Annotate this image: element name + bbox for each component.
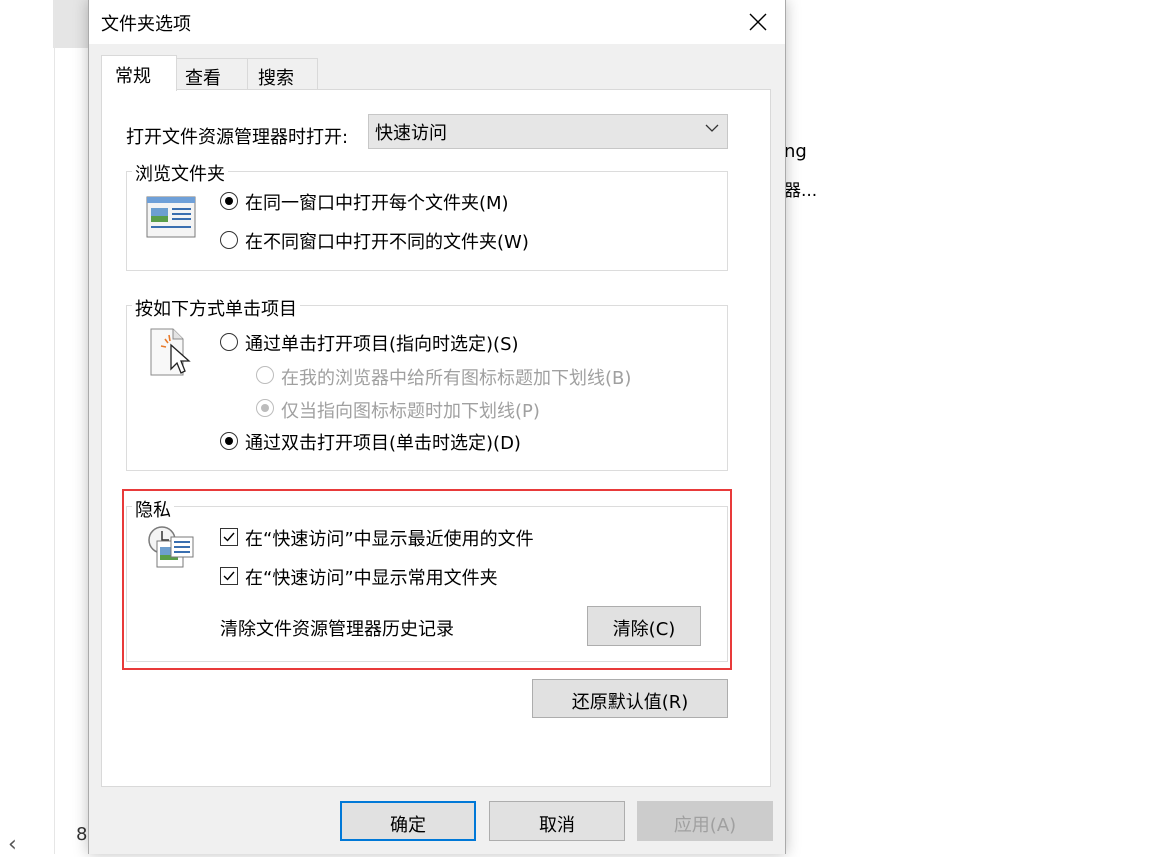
explorer-selected-row <box>53 0 93 48</box>
click-items-title: 按如下方式单击项目 <box>132 295 300 321</box>
explorer-item-count: 8 <box>76 824 88 845</box>
radio-single-click[interactable] <box>220 333 238 351</box>
restore-defaults-button[interactable]: 还原默认值(R) <box>532 679 728 718</box>
option-frequent-folders[interactable]: 在“快速访问”中显示常用文件夹 <box>245 564 498 590</box>
radio-same-window[interactable] <box>220 192 238 210</box>
radio-underline-all <box>256 366 274 384</box>
option-underline-point: 仅当指向图标标题时加下划线(P) <box>281 401 540 422</box>
explorer-text-fragment-2: 器... <box>784 181 818 201</box>
cursor-click-icon <box>150 328 191 376</box>
tab-view[interactable]: 查看 <box>176 58 248 89</box>
chevron-down-icon <box>705 124 719 132</box>
radio-new-window[interactable] <box>220 231 238 249</box>
explorer-text-fragment: ng <box>784 141 807 162</box>
option-single-click[interactable]: 通过单击打开项目(指向时选定)(S) <box>245 330 519 356</box>
tab-general[interactable]: 常规 <box>101 55 177 91</box>
option-new-window[interactable]: 在不同窗口中打开不同的文件夹(W) <box>245 228 529 254</box>
dialog-title: 文件夹选项 <box>101 14 191 35</box>
checkbox-recent-files[interactable] <box>220 528 238 546</box>
clear-history-label: 清除文件资源管理器历史记录 <box>220 619 454 640</box>
browse-folders-group <box>126 171 728 271</box>
folder-options-dialog: 文件夹选项 常规 查看 搜索 打开文件资源管理器时打开: 快速访问 浏览文件夹 … <box>88 0 786 854</box>
checkmark-icon <box>223 532 235 542</box>
browse-folders-title: 浏览文件夹 <box>132 160 228 186</box>
ok-button[interactable]: 确定 <box>340 801 476 841</box>
window-icon <box>146 196 196 238</box>
clear-history-button[interactable]: 清除(C) <box>587 606 701 646</box>
explorer-background <box>0 0 55 854</box>
back-chevron-icon[interactable]: ‹ <box>8 832 17 857</box>
checkbox-frequent-folders[interactable] <box>220 567 238 585</box>
title-bar: 文件夹选项 <box>89 0 785 44</box>
recent-files-clock-icon <box>148 526 194 568</box>
option-underline-all: 在我的浏览器中给所有图标标题加下划线(B) <box>281 368 632 389</box>
checkmark-icon <box>223 571 235 581</box>
option-recent-files[interactable]: 在“快速访问”中显示最近使用的文件 <box>245 525 534 551</box>
radio-underline-point <box>256 399 274 417</box>
explorer-divider <box>54 0 55 854</box>
open-with-select[interactable]: 快速访问 <box>368 114 728 149</box>
option-same-window[interactable]: 在同一窗口中打开每个文件夹(M) <box>245 189 509 215</box>
cancel-button[interactable]: 取消 <box>489 801 625 841</box>
radio-double-click[interactable] <box>220 432 238 450</box>
close-icon <box>749 13 767 31</box>
open-with-value: 快速访问 <box>375 123 447 144</box>
close-button[interactable] <box>739 4 777 40</box>
open-with-label: 打开文件资源管理器时打开: <box>126 127 349 148</box>
option-double-click[interactable]: 通过双击打开项目(单击时选定)(D) <box>245 429 521 455</box>
apply-button[interactable]: 应用(A) <box>637 801 773 841</box>
tab-search[interactable]: 搜索 <box>247 58 318 89</box>
privacy-title: 隐私 <box>132 496 174 522</box>
